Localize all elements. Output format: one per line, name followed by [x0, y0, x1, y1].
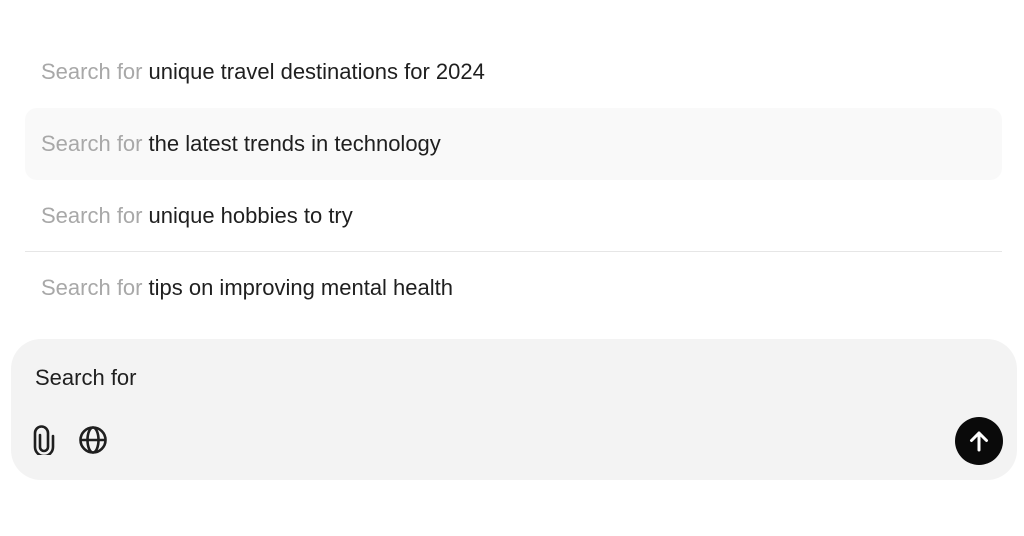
suggestion-query: the latest trends in technology: [148, 131, 441, 156]
suggestion-prefix: Search for: [41, 59, 143, 84]
suggestion-query: unique travel destinations for 2024: [148, 59, 485, 84]
search-input[interactable]: [35, 361, 935, 395]
suggestion-prefix: Search for: [41, 203, 143, 228]
suggestion-item-highlighted[interactable]: Search for the latest trends in technolo…: [25, 108, 1002, 180]
suggestion-query: unique hobbies to try: [148, 203, 353, 228]
suggestion-prefix: Search for: [41, 131, 143, 156]
suggestion-item[interactable]: Search for unique travel destinations fo…: [25, 36, 1002, 108]
paperclip-icon: [33, 425, 55, 455]
suggestion-query: tips on improving mental health: [148, 275, 454, 300]
suggestion-list: Search for unique travel destinations fo…: [25, 36, 1002, 324]
send-button[interactable]: [955, 417, 1003, 465]
web-search-button[interactable]: [76, 423, 110, 457]
suggestion-item[interactable]: Search for tips on improving mental heal…: [25, 252, 1002, 324]
suggestion-prefix: Search for: [41, 275, 143, 300]
attach-button[interactable]: [29, 423, 63, 457]
arrow-up-icon: [970, 431, 988, 452]
composer: [11, 339, 1017, 480]
globe-icon: [79, 426, 107, 454]
suggestion-item[interactable]: Search for unique hobbies to try: [25, 180, 1002, 252]
